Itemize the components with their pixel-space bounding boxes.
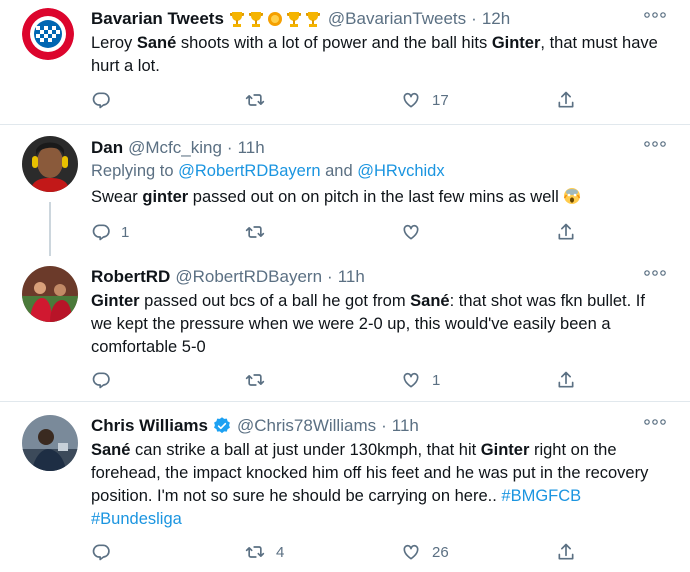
reply-count: 1 [121,223,130,241]
retweet-count: 4 [276,543,285,561]
mention-link[interactable]: @HRvchidx [357,162,444,180]
avatar[interactable] [22,8,74,60]
reply-icon [92,372,110,389]
scream-emoji-icon [563,188,580,204]
like-button[interactable]: 1 [400,368,440,392]
share-icon [558,91,574,108]
retweet-icon [245,546,265,558]
like-button[interactable]: 17 [400,88,449,112]
bold-text: Sané [410,292,450,310]
avatar[interactable] [22,266,78,322]
retweet-button[interactable] [244,220,276,244]
mention-link[interactable]: @RobertRDBayern [178,162,320,180]
share-icon [558,371,574,388]
display-name[interactable]: RobertRD [91,266,170,288]
like-button[interactable] [400,220,432,244]
share-button[interactable] [556,88,576,112]
share-button[interactable] [556,368,576,392]
hashtag-link[interactable]: #BMGFCB [501,487,581,505]
tweet[interactable]: RobertRD @RobertRDBayern · 11h Ginter pa… [0,256,690,402]
like-icon [403,224,419,240]
like-icon [403,372,419,388]
bold-text: Ginter [491,34,541,52]
hashtag-link[interactable]: #Bundesliga [91,510,182,528]
verified-icon [214,417,230,434]
like-count: 26 [432,543,449,561]
avatar[interactable] [22,415,78,471]
text-segment: Leroy [91,34,137,52]
share-button[interactable] [556,540,576,564]
tweet-text: Ginter passed out bcs of a ball he got f… [91,290,666,359]
text-segment: can strike a ball at just under 130kmph,… [130,441,481,459]
avatar[interactable] [22,136,78,192]
like-count: 17 [432,91,449,109]
like-count: 1 [432,371,441,389]
tweet-text: Sané can strike a ball at just under 130… [91,439,666,531]
more-icon[interactable] [644,141,666,151]
reply-button[interactable] [91,88,121,112]
reply-button[interactable] [91,540,121,564]
trophy-icon [229,12,244,27]
more-icon[interactable] [644,12,666,22]
display-name[interactable]: Chris Williams [91,415,208,437]
reply-button[interactable] [91,368,121,392]
bold-text: Sané [91,441,131,459]
reply-button[interactable]: 1 [91,220,129,244]
timestamp[interactable]: 12h [482,8,510,30]
tweet-text: Leroy Sané shoots with a lot of power an… [91,32,666,78]
tweet[interactable]: Chris Williams @Chris78Williams · 11h Sa… [0,403,690,572]
more-icon[interactable] [644,419,666,429]
trophy-emojis [228,10,323,28]
share-icon [558,223,574,240]
replying-to: Replying to @RobertRDBayern and @HRvchid… [91,160,666,182]
retweet-icon [245,226,265,238]
handle[interactable]: @BavarianTweets [328,8,466,30]
share-button[interactable] [556,220,576,244]
more-icon[interactable] [644,270,666,280]
separator-dot: · [226,138,233,157]
display-name[interactable]: Bavarian Tweets [91,8,224,30]
handle[interactable]: @Mcfc_king [128,137,222,159]
timestamp[interactable]: 11h [338,266,365,288]
retweet-button[interactable] [244,368,276,392]
bold-text: Sané [136,34,177,52]
replying-and: and [320,162,358,180]
text-segment: passed out bcs of a ball he got from [139,292,411,310]
text-segment: shoots with a lot of power and the ball … [176,34,492,52]
separator-dot: · [381,416,387,435]
reply-icon [92,92,110,109]
replying-label: Replying to [91,162,179,180]
like-icon [403,544,419,560]
handle[interactable]: @Chris78Williams [237,415,376,437]
bold-text: ginter [142,188,189,206]
like-button[interactable]: 26 [400,540,449,564]
tweet[interactable]: Bavarian Tweets @BavarianTweets · 12h Le… [0,0,690,125]
trophy-icon [248,12,263,27]
retweet-button[interactable] [244,88,276,112]
reply-icon [92,224,110,241]
tweet-text: Swear ginter passed out on on pitch in t… [91,186,666,209]
tweet[interactable]: Dan @Mcfc_king · 11h Replying to @Robert… [0,126,690,256]
handle[interactable]: @RobertRDBayern [175,266,322,288]
separator-dot: · [327,267,333,286]
share-icon [558,543,574,560]
retweet-icon [245,374,265,386]
like-icon [403,92,419,108]
bold-text: Ginter [480,441,530,459]
trophy-icon [286,12,301,27]
timestamp[interactable]: 11h [238,137,265,159]
text-segment: passed out on on pitch in the last few m… [188,188,559,206]
reply-icon [92,544,110,561]
bold-text: Ginter [91,292,140,310]
retweet-button[interactable]: 4 [244,540,284,564]
trophy-icon [305,12,320,27]
text-segment: Swear [91,188,143,206]
display-name[interactable]: Dan [91,137,123,159]
retweet-icon [245,94,265,106]
separator-dot: · [471,9,477,28]
timestamp[interactable]: 11h [392,415,419,437]
thread-line [49,202,51,256]
medal-icon [267,12,282,26]
